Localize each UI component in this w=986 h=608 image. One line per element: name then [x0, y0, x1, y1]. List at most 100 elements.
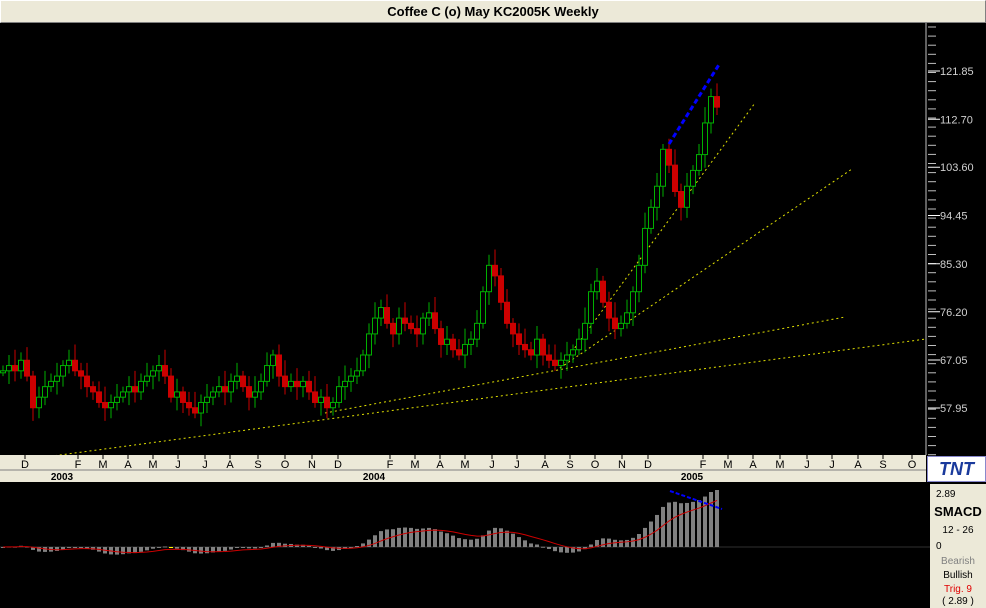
macd-bar	[469, 539, 473, 547]
candle-body	[708, 96, 714, 124]
macd-bar	[115, 547, 119, 555]
candle-body	[528, 349, 534, 356]
candle-body	[468, 338, 474, 345]
candle	[336, 376, 342, 408]
candle	[210, 386, 216, 406]
macd-bar	[145, 547, 149, 551]
candle	[270, 349, 276, 379]
candle-body	[690, 169, 696, 187]
candle-body	[486, 264, 492, 293]
month-label: D	[644, 459, 652, 471]
candle-body	[228, 380, 234, 393]
candle	[426, 302, 432, 326]
candle	[540, 333, 546, 366]
trend-line	[559, 102, 756, 369]
month-label: O	[591, 459, 600, 471]
candle-body	[114, 396, 120, 403]
candle-body	[438, 328, 444, 345]
candle	[186, 391, 192, 416]
month-label: A	[854, 459, 862, 471]
candle-body	[648, 206, 654, 229]
candle	[60, 360, 66, 387]
macd-bar	[313, 547, 317, 548]
candle	[462, 328, 468, 369]
candle	[438, 320, 444, 358]
macd-bar	[397, 527, 401, 547]
candle-body	[402, 317, 408, 324]
candle	[6, 354, 12, 385]
candle	[558, 352, 564, 379]
macd-chart[interactable]	[0, 483, 930, 608]
macd-current: ( 2.89 )	[942, 596, 974, 607]
candle-body	[444, 338, 450, 345]
month-label: M	[460, 459, 469, 471]
candle	[630, 286, 636, 326]
candle	[684, 173, 690, 218]
candle	[348, 368, 354, 392]
macd-bar	[55, 547, 59, 551]
candle-body	[330, 401, 336, 409]
candle	[198, 394, 204, 427]
candle	[546, 344, 552, 369]
macd-bar	[553, 547, 557, 552]
candle	[288, 373, 294, 392]
candle	[480, 286, 486, 329]
candle	[594, 267, 600, 300]
macd-bar	[139, 547, 143, 552]
macd-bar	[403, 527, 407, 547]
candle-body	[324, 396, 330, 409]
macd-bar	[271, 542, 275, 547]
candle-body	[420, 317, 426, 335]
macd-bar	[259, 547, 263, 548]
candle-body	[570, 349, 576, 356]
month-label: M	[723, 459, 732, 471]
candle-body	[168, 375, 174, 398]
year-label: 2005	[681, 472, 704, 483]
candle	[24, 347, 30, 382]
candle-body	[246, 386, 252, 398]
candle-body	[600, 280, 606, 303]
macd-bar	[67, 547, 71, 548]
candle	[618, 315, 624, 337]
y-tick-label: 76.20	[940, 307, 968, 319]
candle	[492, 249, 498, 287]
candle	[378, 299, 384, 326]
candle-body	[558, 359, 564, 367]
macd-bar	[205, 547, 209, 554]
month-label: N	[308, 459, 316, 471]
year-label: 2004	[363, 472, 386, 483]
candle-body	[186, 401, 192, 409]
candle	[48, 373, 54, 392]
candle	[306, 370, 312, 400]
candle-body	[102, 401, 108, 409]
candle	[510, 318, 516, 348]
candle	[696, 144, 702, 176]
month-label: M	[98, 459, 107, 471]
month-label: O	[908, 459, 917, 471]
candle-body	[258, 380, 264, 393]
candle	[144, 362, 150, 387]
candle-body	[144, 375, 150, 382]
candle-body	[312, 391, 318, 403]
macd-bar	[511, 533, 515, 547]
candle-body	[678, 191, 684, 208]
candle	[468, 331, 474, 355]
candle-body	[396, 317, 402, 335]
candle-body	[546, 354, 552, 361]
macd-bar	[79, 547, 83, 548]
candle-body	[696, 154, 702, 171]
candle	[384, 294, 390, 329]
macd-bar	[151, 547, 155, 549]
macd-bar	[451, 535, 455, 547]
candle	[678, 183, 684, 221]
price-chart[interactable]: 121.85 112.70 103.60 94.45 85.30 76.20 67.05 57…	[0, 23, 986, 483]
candle-body	[174, 391, 180, 398]
candle-body	[264, 365, 270, 382]
candle	[606, 291, 612, 332]
macd-bar	[223, 547, 227, 551]
candle	[222, 370, 228, 406]
month-label: J	[804, 459, 810, 471]
candle-body	[384, 307, 390, 324]
candle-body	[426, 312, 432, 319]
candle	[150, 365, 156, 390]
